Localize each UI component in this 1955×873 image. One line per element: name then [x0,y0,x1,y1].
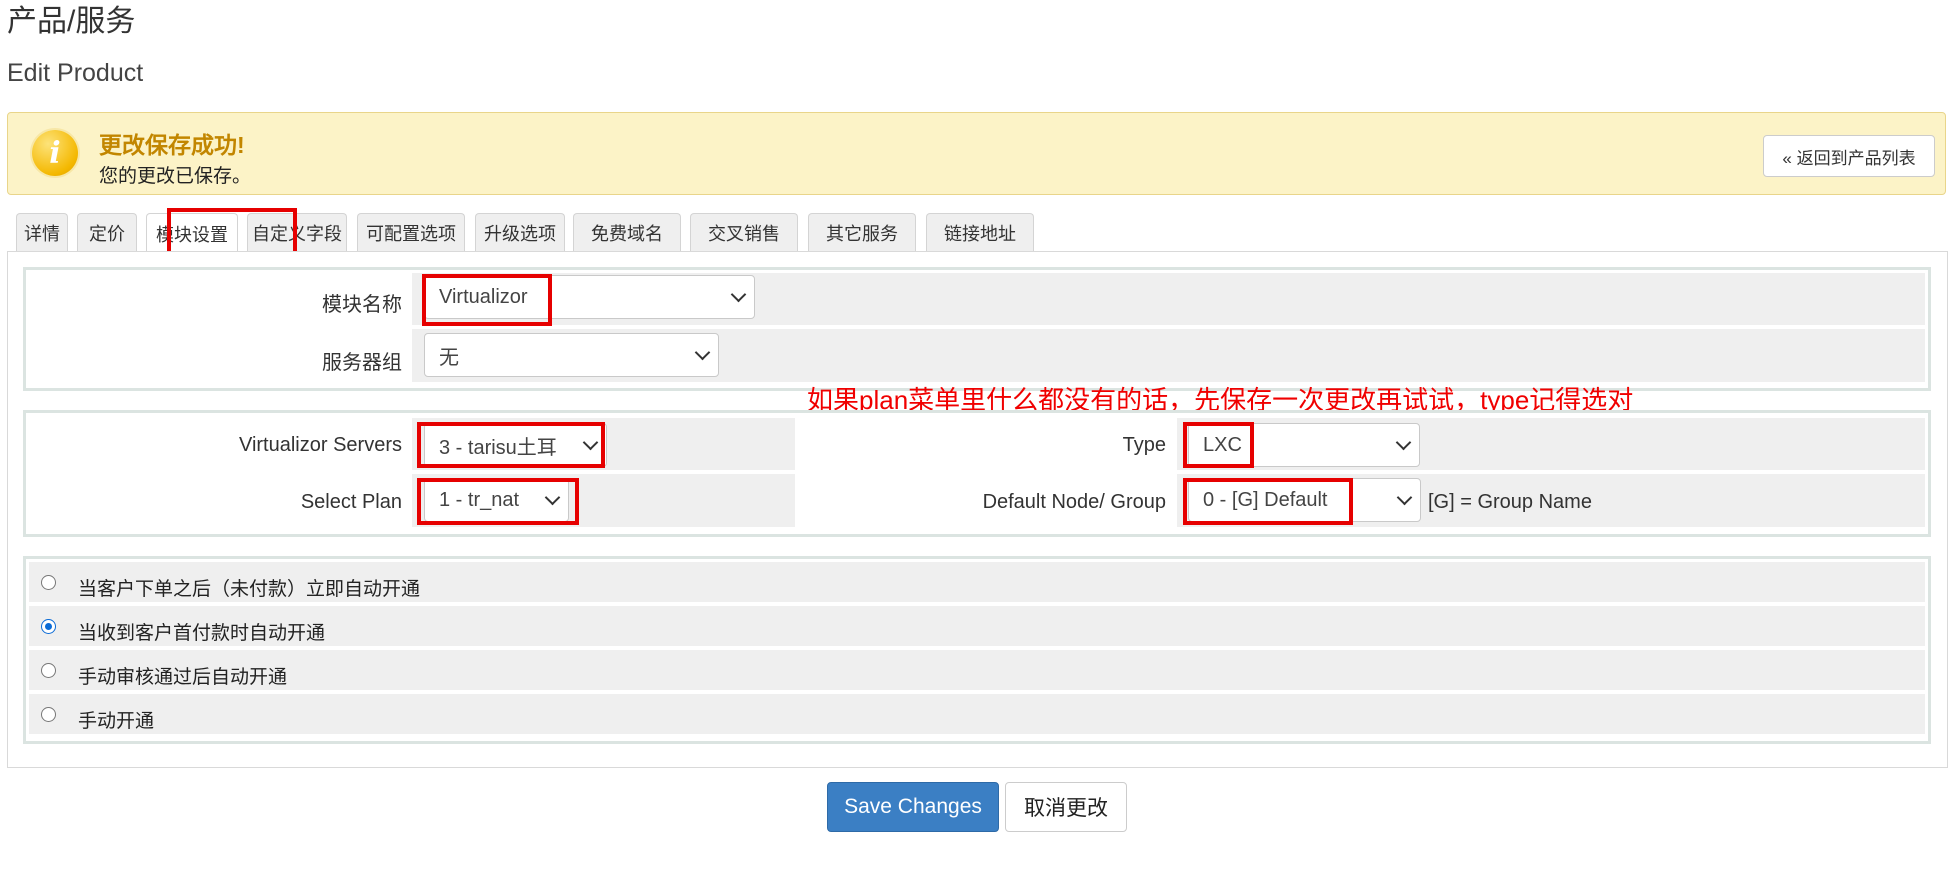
server-group-label: 服务器组 [322,352,402,374]
alert-message: 您的更改已保存。 [99,166,252,187]
module-name-label: 模块名称 [322,294,402,316]
highlight-select-plan [417,478,579,525]
save-changes-button[interactable]: Save Changes [827,782,999,832]
back-to-product-list-button[interactable]: « 返回到产品列表 [1763,135,1935,177]
provision-on-order-label: 当客户下单之后（未付款）立即自动开通 [78,579,421,600]
highlight-type [1183,422,1254,468]
provision-on-first-payment-label: 当收到客户首付款时自动开通 [78,623,326,644]
chevron-down-icon [1395,434,1412,451]
module-box: 模块名称 服务器组 Virtualizor 无 [23,267,1931,391]
success-alert: i 更改保存成功! 您的更改已保存。 « 返回到产品列表 [7,112,1946,195]
tab-links[interactable]: 链接地址 [926,213,1034,251]
provisioning-options-box: 当客户下单之后（未付款）立即自动开通 当收到客户首付款时自动开通 手动审核通过后… [23,556,1931,744]
page-subtitle: Edit Product [7,59,144,87]
highlight-module-name [422,274,552,326]
virtualizor-config-box: Virtualizor Servers Select Plan Type Def… [23,410,1931,537]
server-group-select[interactable]: 无 [424,333,719,377]
provision-manual-label: 手动开通 [78,711,155,732]
provision-manual-radio[interactable] [41,707,56,722]
select-plan-label: Select Plan [300,491,402,513]
info-icon: i [32,130,78,176]
virtualizor-servers-label: Virtualizor Servers [238,434,402,456]
chevron-down-icon [730,286,747,303]
highlight-virtualizor-servers [417,422,605,468]
chevron-down-icon [694,344,711,361]
alert-title: 更改保存成功! [99,132,245,158]
provision-on-order-radio[interactable] [41,575,56,590]
tab-upgrades[interactable]: 升级选项 [475,213,565,251]
tab-other[interactable]: 其它服务 [808,213,916,251]
tab-free-domain[interactable]: 免费域名 [573,213,681,251]
type-label: Type [1122,434,1166,456]
page-title: 产品/服务 [7,5,136,38]
provision-on-approval-radio[interactable] [41,663,56,678]
highlight-default-node [1183,478,1353,525]
cancel-changes-button[interactable]: 取消更改 [1005,782,1127,832]
tab-configurable-options[interactable]: 可配置选项 [357,213,465,251]
chevron-down-icon [1396,489,1413,506]
default-node-label: Default Node/ Group [982,491,1166,513]
tab-details[interactable]: 详情 [16,213,68,251]
tab-cross-sells[interactable]: 交叉销售 [690,213,798,251]
provision-on-first-payment-radio[interactable] [41,619,56,634]
tab-pricing[interactable]: 定价 [77,213,137,251]
group-name-hint: [G] = Group Name [1428,491,1592,513]
provision-on-approval-label: 手动审核通过后自动开通 [78,667,288,688]
